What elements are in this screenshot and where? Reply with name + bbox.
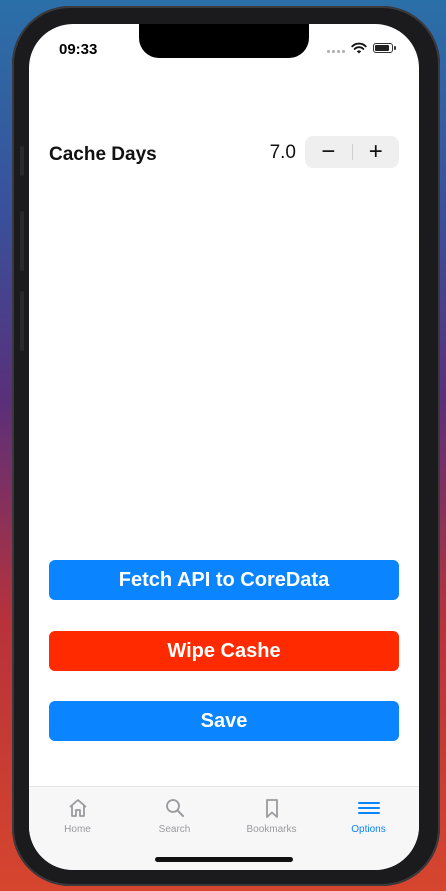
status-time: 09:33 [59, 41, 98, 58]
cache-days-stepper: − + [305, 136, 399, 168]
magnifier-icon [165, 799, 184, 817]
house-icon [68, 799, 87, 817]
tab-bar: Home Search Bookmarks Options [29, 786, 419, 870]
hamburger-icon [357, 802, 380, 814]
tab-bookmarks-label: Bookmarks [246, 824, 297, 835]
cache-days-label: Cache Days [49, 144, 157, 165]
app-screen: 09:33 Cache Days 7.0 − + Fetch API to Co… [29, 24, 419, 870]
bookmark-icon [265, 799, 278, 818]
increment-button[interactable]: + [353, 136, 400, 168]
tab-search-label: Search [158, 824, 191, 835]
volume-up-button [20, 211, 24, 271]
tab-search[interactable]: Search [126, 795, 223, 835]
tab-home[interactable]: Home [29, 795, 126, 835]
cellular-signal-icon [327, 43, 345, 53]
fetch-api-button[interactable]: Fetch API to CoreData [49, 560, 399, 600]
cache-days-value: 7.0 [269, 142, 296, 163]
volume-down-button [20, 291, 24, 351]
wipe-cache-button[interactable]: Wipe Cashe [49, 631, 399, 671]
home-indicator [155, 857, 293, 862]
save-button[interactable]: Save [49, 701, 399, 741]
tab-home-label: Home [64, 824, 91, 835]
tab-options-label: Options [351, 824, 386, 835]
cache-days-row: Cache Days 7.0 − + [49, 136, 399, 168]
tab-bookmarks[interactable]: Bookmarks [223, 795, 320, 835]
tab-options[interactable]: Options [320, 795, 417, 835]
status-icons [327, 42, 396, 54]
notch [139, 24, 309, 58]
decrement-button[interactable]: − [305, 136, 352, 168]
mute-switch [20, 146, 24, 176]
wifi-icon [351, 42, 367, 54]
battery-icon [373, 43, 396, 53]
